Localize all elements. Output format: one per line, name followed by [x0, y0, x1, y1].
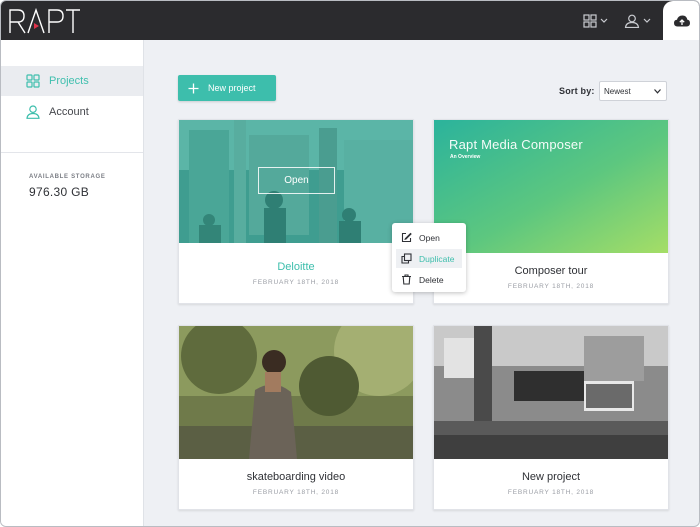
new-project-button[interactable]: New project [178, 75, 276, 101]
sort-select[interactable]: Newest [599, 81, 667, 101]
user-menu-button[interactable] [624, 14, 651, 28]
top-icons [583, 1, 651, 40]
project-card-composer-tour[interactable]: Rapt Media Composer An Overview Composer… [433, 119, 669, 304]
project-card-skateboarding-video[interactable]: skateboarding video FEBRUARY 18TH, 2018 [178, 325, 414, 510]
storage-label: AVAILABLE STORAGE [29, 174, 106, 180]
cloud-upload-icon [674, 15, 690, 26]
menu-item-delete[interactable]: Delete [396, 270, 462, 289]
project-title[interactable]: Composer tour [434, 265, 668, 277]
sidebar-divider [1, 152, 143, 153]
menu-item-duplicate[interactable]: Duplicate [396, 249, 462, 268]
project-title[interactable]: New project [434, 471, 668, 483]
project-date: FEBRUARY 18TH, 2018 [252, 489, 340, 496]
project-thumbnail [434, 326, 668, 459]
plus-icon [188, 83, 199, 93]
project-title[interactable]: Deloitte [179, 261, 413, 273]
project-card-deloitte[interactable]: Open Deloitte FEBRUARY 18TH, 2018 [178, 119, 414, 304]
sidebar-item-label: Projects [49, 75, 89, 87]
project-title[interactable]: skateboarding video [179, 471, 413, 483]
sort-label: Sort by: [559, 86, 595, 96]
sidebar: Projects Account AVAILABLE STORAGE 976.3… [1, 40, 144, 526]
storage-value: 976.30 GB [29, 185, 90, 199]
project-context-menu: Open Duplicate Delete [392, 223, 466, 292]
project-date: FEBRUARY 18TH, 2018 [507, 489, 595, 496]
upload-button[interactable] [663, 1, 699, 40]
thumbnail-title: Rapt Media Composer [449, 137, 583, 152]
project-thumbnail [179, 326, 413, 459]
menu-item-label: Delete [419, 274, 444, 285]
user-icon [624, 14, 640, 28]
duplicate-icon [401, 253, 412, 264]
new-project-label: New project [208, 83, 256, 93]
project-card-new-project[interactable]: New project FEBRUARY 18TH, 2018 [433, 325, 669, 510]
menu-item-open[interactable]: Open [396, 228, 462, 247]
menu-item-label: Open [419, 232, 440, 243]
thumbnail-subtitle: An Overview [450, 154, 481, 160]
menu-item-label: Duplicate [419, 253, 455, 264]
sidebar-item-label: Account [49, 106, 89, 118]
grid-icon [26, 74, 40, 88]
edit-icon [401, 232, 412, 243]
chevron-down-icon [654, 88, 661, 94]
user-icon [26, 105, 40, 119]
project-date: FEBRUARY 18TH, 2018 [252, 279, 340, 286]
rapt-logo[interactable] [8, 6, 82, 36]
sidebar-item-projects[interactable]: Projects [1, 66, 143, 96]
top-bar [1, 1, 699, 40]
project-date: FEBRUARY 18TH, 2018 [507, 283, 595, 290]
sort-selected-value: Newest [604, 86, 631, 96]
open-project-button[interactable]: Open [258, 167, 335, 194]
trash-icon [402, 274, 411, 285]
sidebar-item-account[interactable]: Account [1, 97, 143, 127]
app-window: Projects Account AVAILABLE STORAGE 976.3… [0, 0, 700, 527]
grid-icon [583, 13, 597, 28]
apps-menu-button[interactable] [583, 13, 608, 28]
chevron-down-icon [643, 18, 651, 23]
chevron-down-icon [600, 18, 608, 23]
